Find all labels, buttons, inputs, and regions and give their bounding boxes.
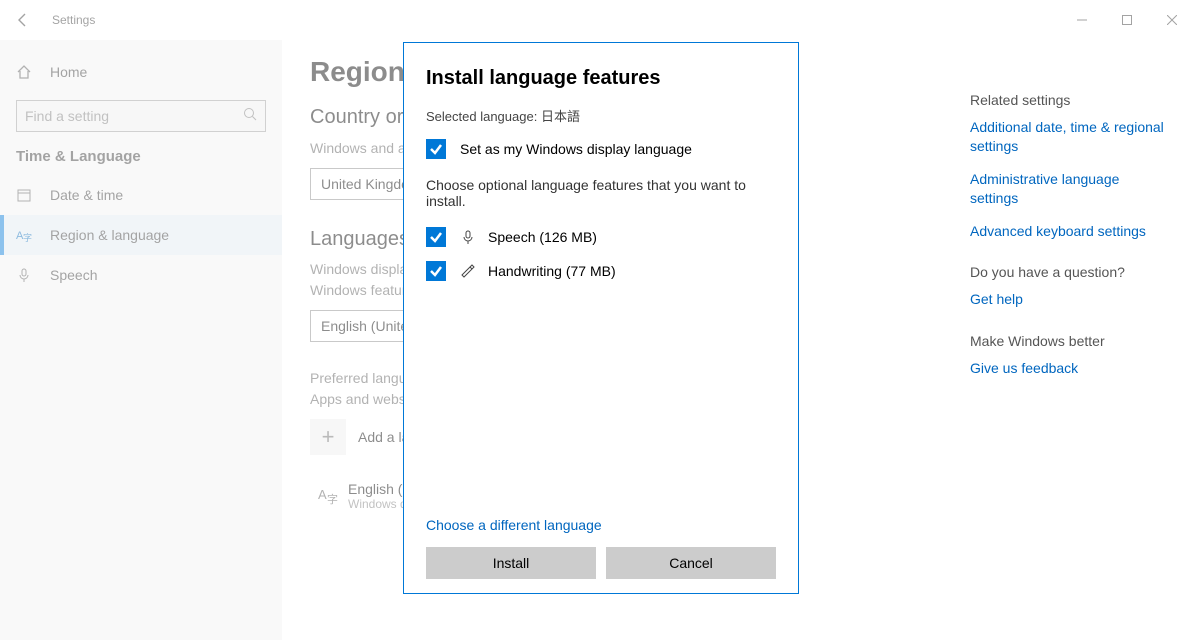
handwriting-label: Handwriting (77 MB) bbox=[488, 263, 616, 279]
home-label: Home bbox=[50, 64, 87, 80]
modal-title: Install language features bbox=[426, 67, 776, 90]
choose-features-text: Choose optional language features that y… bbox=[426, 177, 776, 209]
svg-text:字: 字 bbox=[23, 232, 32, 243]
checkbox-checked-icon bbox=[426, 261, 446, 281]
sidebar-item-region-language[interactable]: A字 Region & language bbox=[0, 215, 282, 255]
better-heading: Make Windows better bbox=[970, 333, 1170, 349]
plus-icon: + bbox=[310, 419, 346, 455]
link-advanced-keyboard[interactable]: Advanced keyboard settings bbox=[970, 222, 1170, 241]
search-icon bbox=[243, 107, 257, 124]
sidebar-item-label: Date & time bbox=[50, 187, 123, 203]
checkbox-set-display-language[interactable]: Set as my Windows display language bbox=[426, 139, 776, 159]
minimize-icon bbox=[1077, 15, 1087, 25]
link-additional-date-time[interactable]: Additional date, time & regional setting… bbox=[970, 118, 1170, 156]
microphone-icon bbox=[460, 229, 476, 245]
search-input[interactable] bbox=[25, 108, 257, 124]
selected-language-line: Selected language: 日本語 bbox=[426, 106, 776, 125]
svg-text:A: A bbox=[318, 487, 327, 502]
microphone-icon bbox=[16, 267, 34, 283]
link-administrative-language[interactable]: Administrative language settings bbox=[970, 170, 1170, 208]
checkbox-handwriting[interactable]: Handwriting (77 MB) bbox=[426, 261, 776, 281]
home-icon bbox=[16, 64, 34, 80]
question-heading: Do you have a question? bbox=[970, 264, 1170, 280]
handwriting-icon bbox=[460, 263, 476, 279]
maximize-icon bbox=[1122, 15, 1132, 25]
checkbox-checked-icon bbox=[426, 139, 446, 159]
arrow-left-icon bbox=[15, 12, 31, 28]
sidebar-item-speech[interactable]: Speech bbox=[0, 255, 282, 295]
link-get-help[interactable]: Get help bbox=[970, 290, 1170, 309]
back-button[interactable] bbox=[0, 12, 46, 28]
close-icon bbox=[1167, 15, 1177, 25]
link-give-feedback[interactable]: Give us feedback bbox=[970, 359, 1170, 378]
install-language-modal: Install language features Selected langu… bbox=[403, 42, 799, 594]
right-column: Related settings Additional date, time &… bbox=[970, 92, 1170, 392]
set-display-label: Set as my Windows display language bbox=[460, 141, 692, 157]
home-nav[interactable]: Home bbox=[0, 52, 282, 92]
sidebar-item-label: Region & language bbox=[50, 227, 169, 243]
modal-button-row: Install Cancel bbox=[426, 547, 776, 579]
checkbox-speech[interactable]: Speech (126 MB) bbox=[426, 227, 776, 247]
sidebar-item-date-time[interactable]: Date & time bbox=[0, 175, 282, 215]
calendar-icon bbox=[16, 187, 34, 203]
sidebar: Home Time & Language Date & time A字 Regi… bbox=[0, 40, 282, 640]
choose-different-language-link[interactable]: Choose a different language bbox=[426, 517, 776, 533]
search-box[interactable] bbox=[16, 100, 266, 132]
cancel-button[interactable]: Cancel bbox=[606, 547, 776, 579]
related-settings-heading: Related settings bbox=[970, 92, 1170, 108]
sidebar-item-label: Speech bbox=[50, 267, 97, 283]
install-button[interactable]: Install bbox=[426, 547, 596, 579]
svg-text:字: 字 bbox=[327, 492, 338, 506]
window-title: Settings bbox=[52, 13, 95, 27]
checkbox-checked-icon bbox=[426, 227, 446, 247]
speech-label: Speech (126 MB) bbox=[488, 229, 597, 245]
language-icon: A字 bbox=[310, 477, 348, 515]
sidebar-section-title: Time & Language bbox=[0, 146, 282, 175]
language-icon: A字 bbox=[16, 227, 34, 243]
